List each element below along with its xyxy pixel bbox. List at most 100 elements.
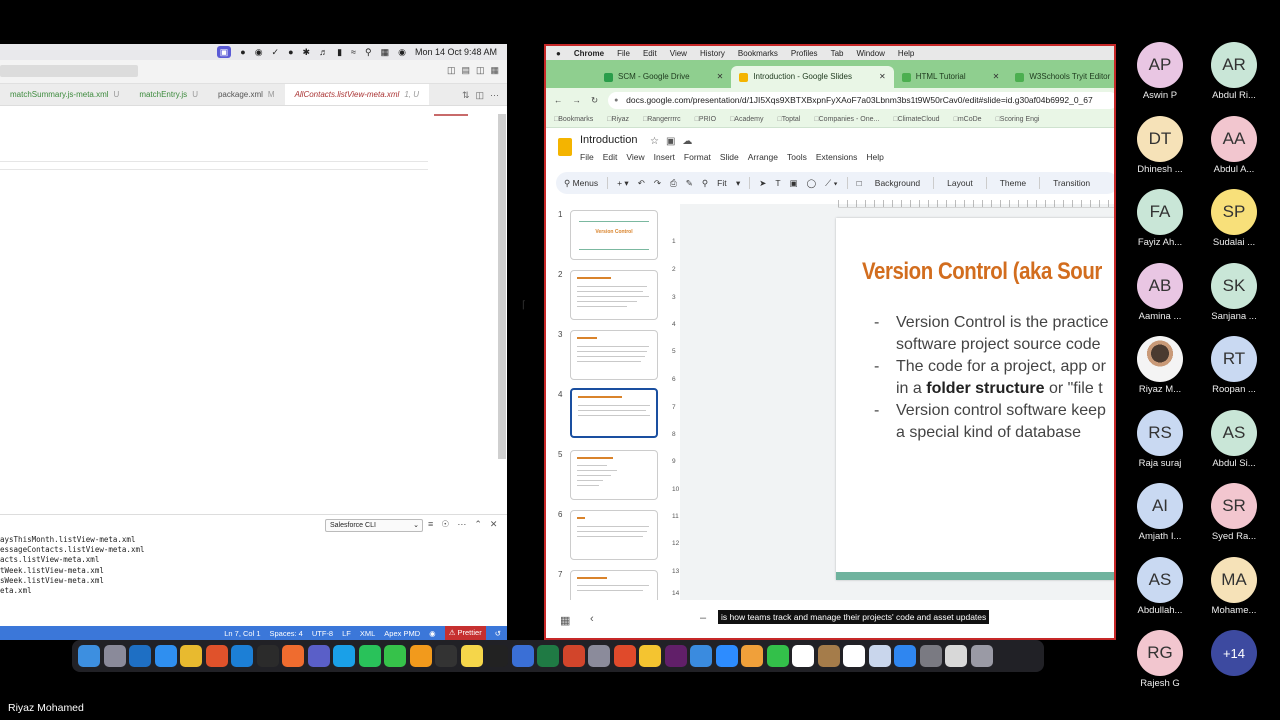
slides-menu-edit[interactable]: Edit xyxy=(603,152,618,162)
close-panel-icon[interactable]: ✕ xyxy=(490,519,498,530)
bookmark[interactable]: Scoring Engi xyxy=(996,116,1040,123)
lock-icon[interactable]: ● xyxy=(288,44,293,60)
comment-icon[interactable]: □ xyxy=(857,178,862,188)
siri-icon[interactable]: ◉ xyxy=(398,44,406,60)
participant-tile[interactable]: Riyaz M... xyxy=(1124,336,1196,395)
participant-tile[interactable]: SK Sanjana ... xyxy=(1198,262,1270,322)
sublime-icon[interactable] xyxy=(409,645,432,667)
line-icon[interactable]: ⟋ ▾ xyxy=(825,178,837,189)
slides-menu-slide[interactable]: Slide xyxy=(720,152,739,162)
participant-tile[interactable]: AP Aswin P xyxy=(1124,42,1196,101)
star-icon[interactable]: ☆ xyxy=(650,136,659,147)
bookmark[interactable]: mCoDe xyxy=(954,116,982,123)
compass-icon[interactable] xyxy=(613,645,636,667)
move-folder-icon[interactable]: ▣ xyxy=(666,136,675,147)
print-icon[interactable]: ⎙ xyxy=(670,178,677,189)
url-input[interactable]: docs.google.com/presentation/d/1JI5Xqs9X… xyxy=(608,91,1114,109)
redo-icon[interactable]: ↷ xyxy=(654,178,661,189)
browser-tab-active[interactable]: Introduction - Google Slides ✕ xyxy=(731,66,894,88)
notes-icon[interactable] xyxy=(460,645,483,667)
slide-thumbnail[interactable] xyxy=(570,270,658,320)
undo-icon[interactable]: ↶ xyxy=(638,178,645,189)
apex-pmd[interactable]: Apex PMD xyxy=(384,629,420,638)
bookmark[interactable]: ClimateCloud xyxy=(893,116,940,123)
transition-button[interactable]: Transition xyxy=(1049,178,1094,188)
bookmark[interactable]: PRIO xyxy=(695,116,716,123)
participant-tile[interactable]: AI Amjath I... xyxy=(1124,483,1196,542)
participant-tile[interactable]: +14 xyxy=(1198,630,1270,678)
browser-tab[interactable]: SCM - Google Drive ✕ xyxy=(596,66,731,88)
indentation[interactable]: Spaces: 4 xyxy=(270,629,303,638)
terminal-icon[interactable] xyxy=(256,645,279,667)
participant-tile[interactable]: RT Roopan ... xyxy=(1198,336,1270,395)
vscode-icon[interactable] xyxy=(231,645,253,667)
customize-layout-icon[interactable]: ▦ xyxy=(490,65,499,76)
select-cursor-icon[interactable]: ➤ xyxy=(759,178,766,189)
drive-icon[interactable] xyxy=(639,645,661,667)
slides-menu-extensions[interactable]: Extensions xyxy=(816,152,858,162)
facetime-icon[interactable] xyxy=(766,645,789,667)
archive-icon[interactable] xyxy=(817,645,840,667)
openai-icon[interactable] xyxy=(435,645,457,667)
menubar-clock[interactable]: Mon 14 Oct 9:48 AM xyxy=(415,44,497,60)
calendar-icon[interactable] xyxy=(792,645,814,667)
editor-area[interactable] xyxy=(0,106,507,514)
slides-menu-help[interactable]: Help xyxy=(866,152,883,162)
volume-icon[interactable]: ♬ xyxy=(319,44,328,60)
prettier-status[interactable]: ⚠ Prettier xyxy=(444,626,486,640)
toggle-panel-icon[interactable]: ▤ xyxy=(461,65,470,76)
participant-tile[interactable]: AA Abdul A... xyxy=(1198,115,1270,175)
zoom-select[interactable]: Fit ▾ xyxy=(717,178,740,189)
outlook-icon[interactable] xyxy=(129,645,151,667)
paint-format-icon[interactable]: ✎ xyxy=(686,178,693,189)
slide-thumbnail[interactable] xyxy=(570,330,658,380)
slides-menu-file[interactable]: File xyxy=(580,152,594,162)
menu-window[interactable]: Window xyxy=(856,49,884,58)
more-icon[interactable]: ⋯ xyxy=(457,519,466,530)
lock-scroll-icon[interactable]: ☉ xyxy=(441,519,449,530)
layout-button[interactable]: Layout xyxy=(943,178,977,188)
apple-icon[interactable]: ● xyxy=(556,49,561,58)
firefox-icon[interactable] xyxy=(205,645,228,667)
participant-tile[interactable]: AS Abdullah... xyxy=(1124,556,1196,616)
participant-tile[interactable]: SR Syed Ra... xyxy=(1198,483,1270,542)
skype-icon[interactable] xyxy=(333,645,355,667)
text-box-icon[interactable]: T xyxy=(775,178,780,188)
encoding[interactable]: UTF-8 xyxy=(312,629,333,638)
settings-icon[interactable] xyxy=(919,645,942,667)
bookmark[interactable]: Academy xyxy=(730,116,763,123)
bookmark[interactable]: Rangerrrrc xyxy=(643,116,680,123)
menu-file[interactable]: File xyxy=(617,49,630,58)
textedit-icon[interactable] xyxy=(945,645,967,667)
browser-tab[interactable]: W3Schools Tryit Editor xyxy=(1007,66,1114,88)
list-filter-icon[interactable]: ≡ xyxy=(428,519,433,530)
trash-icon[interactable] xyxy=(970,645,993,667)
slack-icon[interactable] xyxy=(664,645,687,667)
participant-tile[interactable]: MA Mohame... xyxy=(1198,556,1270,616)
postman-icon[interactable] xyxy=(282,645,304,667)
image-icon[interactable]: ▣ xyxy=(790,178,798,189)
cursor-position[interactable]: Ln 7, Col 1 xyxy=(224,629,260,638)
reload-icon[interactable]: ↻ xyxy=(591,95,598,106)
messages-icon[interactable] xyxy=(384,645,406,667)
editor-tab[interactable]: matchEntry.js U xyxy=(129,84,208,105)
command-center[interactable] xyxy=(0,65,138,77)
battery-icon[interactable]: ▮ xyxy=(337,44,342,60)
menu-chrome[interactable]: Chrome xyxy=(574,49,604,58)
slide-thumbnail-selected[interactable] xyxy=(570,388,658,438)
bookmark[interactable]: Riyaz xyxy=(607,116,629,123)
slides-menu-insert[interactable]: Insert xyxy=(654,152,675,162)
forward-icon[interactable]: → xyxy=(573,95,582,105)
editor-tab[interactable]: matchSummary.js-meta.xml U xyxy=(0,84,129,105)
slide-thumbnail[interactable]: Version Control xyxy=(570,210,658,260)
menus-search-button[interactable]: ⚲ Menus xyxy=(564,178,598,189)
whatsapp-icon[interactable] xyxy=(358,645,381,667)
slide-title[interactable]: Version Control (aka Sour xyxy=(862,258,1102,286)
maximize-panel-icon[interactable]: ⌃ xyxy=(474,519,482,530)
menu-view[interactable]: View xyxy=(670,49,687,58)
chrome-icon[interactable] xyxy=(180,645,202,667)
editor-scrollbar[interactable] xyxy=(498,114,506,459)
preview-icon[interactable] xyxy=(588,645,610,667)
current-slide[interactable]: Version Control (aka Sour - Version Cont… xyxy=(836,218,1114,580)
line-ending[interactable]: LF xyxy=(342,629,351,638)
